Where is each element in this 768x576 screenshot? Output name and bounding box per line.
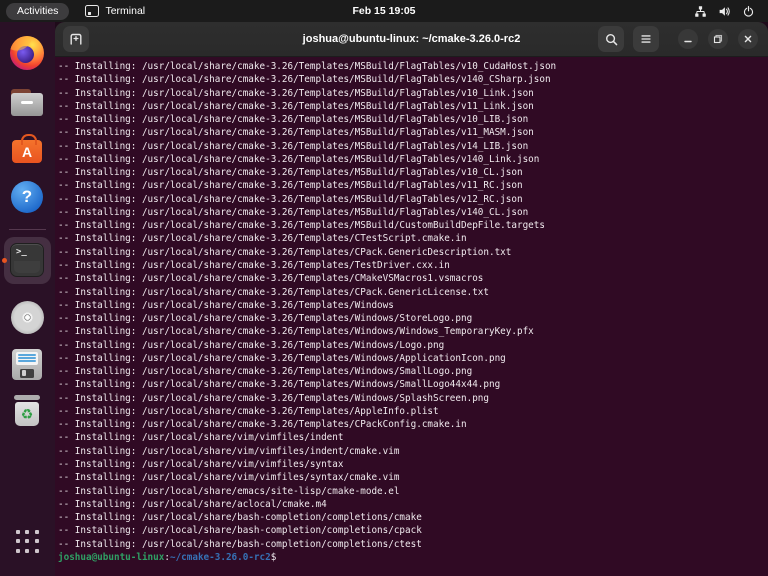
volume-icon[interactable] (718, 5, 731, 18)
hamburger-menu-icon (639, 32, 653, 46)
dock-item-firefox[interactable] (10, 36, 44, 70)
restore-button[interactable] (708, 29, 728, 49)
terminal-line: -- Installing: /usr/local/share/cmake-3.… (58, 193, 768, 206)
terminal-line: -- Installing: /usr/local/share/cmake-3.… (58, 73, 768, 86)
terminal-prompt-line: joshua@ubuntu-linux:~/cmake-3.26.0-rc2$ (58, 551, 768, 564)
dock-item-trash[interactable]: ♻ (10, 393, 44, 427)
terminal-line: -- Installing: /usr/local/share/cmake-3.… (58, 219, 768, 232)
minimize-button[interactable] (678, 29, 698, 49)
dock-item-show-applications[interactable] (10, 524, 44, 558)
terminal-line: -- Installing: /usr/local/share/cmake-3.… (58, 392, 768, 405)
terminal-line: -- Installing: /usr/local/share/cmake-3.… (58, 166, 768, 179)
floppy-disk-icon (12, 349, 42, 380)
app-menu-label: Terminal (105, 5, 145, 17)
prompt-user: joshua@ubuntu-linux (58, 552, 164, 563)
terminal-line: -- Installing: /usr/local/share/cmake-3.… (58, 418, 768, 431)
trash-icon: ♻ (12, 394, 42, 426)
terminal-line: -- Installing: /usr/local/share/cmake-3.… (58, 325, 768, 338)
cdrom-disc-icon (11, 301, 44, 334)
menu-button[interactable] (633, 26, 659, 52)
terminal-line: -- Installing: /usr/local/share/vim/vimf… (58, 458, 768, 471)
activities-button[interactable]: Activities (6, 3, 69, 20)
terminal-line: -- Installing: /usr/local/share/cmake-3.… (58, 126, 768, 139)
app-menu-terminal[interactable]: Terminal (85, 5, 145, 17)
terminal-icon: >_ (10, 243, 44, 277)
terminal-line: -- Installing: /usr/local/share/bash-com… (58, 538, 768, 551)
prompt-path: ~/cmake-3.26.0-rc2 (170, 552, 271, 563)
terminal-line: -- Installing: /usr/local/share/vim/vimf… (58, 471, 768, 484)
desktop: Activities Terminal Feb 15 19:05 (0, 0, 768, 576)
terminal-window: joshua@ubuntu-linux: ~/cmake-3.26.0-rc2 (55, 22, 768, 576)
terminal-line: -- Installing: /usr/local/share/cmake-3.… (58, 352, 768, 365)
terminal-line: -- Installing: /usr/local/share/cmake-3.… (58, 179, 768, 192)
terminal-output: -- Installing: /usr/local/share/cmake-3.… (58, 60, 768, 551)
terminal-line: -- Installing: /usr/local/share/cmake-3.… (58, 100, 768, 113)
terminal-line: -- Installing: /usr/local/share/vim/vimf… (58, 431, 768, 444)
terminal-line: -- Installing: /usr/local/share/cmake-3.… (58, 153, 768, 166)
terminal-line: -- Installing: /usr/local/share/emacs/si… (58, 485, 768, 498)
network-wired-icon[interactable] (694, 5, 707, 18)
terminal-line: -- Installing: /usr/local/share/bash-com… (58, 511, 768, 524)
terminal-line: -- Installing: /usr/local/share/cmake-3.… (58, 87, 768, 100)
terminal-line: -- Installing: /usr/local/share/cmake-3.… (58, 232, 768, 245)
top-bar: Activities Terminal Feb 15 19:05 (0, 0, 768, 22)
terminal-content[interactable]: -- Installing: /usr/local/share/cmake-3.… (55, 57, 768, 564)
prompt-symbol: $ (271, 552, 277, 563)
terminal-line: -- Installing: /usr/local/share/cmake-3.… (58, 312, 768, 325)
terminal-line: -- Installing: /usr/local/share/cmake-3.… (58, 299, 768, 312)
terminal-line: -- Installing: /usr/local/share/cmake-3.… (58, 140, 768, 153)
terminal-line: -- Installing: /usr/local/share/cmake-3.… (58, 246, 768, 259)
system-tray[interactable] (694, 5, 768, 18)
firefox-icon (10, 36, 44, 70)
ubuntu-software-icon: A (12, 140, 42, 163)
close-icon (742, 33, 754, 45)
dock: A ? >_ ♻ (0, 22, 55, 576)
terminal-line: -- Installing: /usr/local/share/cmake-3.… (58, 113, 768, 126)
dock-separator (9, 229, 46, 230)
dock-item-help[interactable]: ? (10, 180, 44, 214)
terminal-running-indicator (2, 258, 7, 263)
terminal-line: -- Installing: /usr/local/share/vim/vimf… (58, 445, 768, 458)
dock-item-cdrom[interactable] (10, 300, 44, 334)
new-tab-button[interactable] (63, 26, 89, 52)
dock-item-terminal[interactable]: >_ (10, 243, 44, 277)
dock-item-ubuntu-software[interactable]: A (10, 131, 44, 165)
terminal-line: -- Installing: /usr/local/share/cmake-3.… (58, 259, 768, 272)
terminal-line: -- Installing: /usr/local/share/cmake-3.… (58, 286, 768, 299)
help-question-icon: ? (11, 181, 43, 213)
terminal-line: -- Installing: /usr/local/share/cmake-3.… (58, 339, 768, 352)
terminal-app-icon (85, 5, 99, 17)
terminal-line: -- Installing: /usr/local/share/cmake-3.… (58, 272, 768, 285)
terminal-line: -- Installing: /usr/local/share/cmake-3.… (58, 365, 768, 378)
terminal-line: -- Installing: /usr/local/share/cmake-3.… (58, 378, 768, 391)
search-icon (604, 32, 619, 47)
show-applications-grid-icon (16, 530, 39, 553)
terminal-line: -- Installing: /usr/local/share/cmake-3.… (58, 206, 768, 219)
restore-icon (712, 33, 724, 45)
files-folder-icon (11, 89, 43, 116)
search-button[interactable] (598, 26, 624, 52)
minimize-icon (682, 33, 694, 45)
power-icon[interactable] (742, 5, 755, 18)
terminal-line: -- Installing: /usr/local/share/cmake-3.… (58, 60, 768, 73)
terminal-line: -- Installing: /usr/local/share/bash-com… (58, 524, 768, 537)
terminal-titlebar[interactable]: joshua@ubuntu-linux: ~/cmake-3.26.0-rc2 (55, 22, 768, 57)
close-button[interactable] (738, 29, 758, 49)
dock-item-floppy[interactable] (10, 347, 44, 381)
dock-item-files[interactable] (10, 85, 44, 119)
terminal-line: -- Installing: /usr/local/share/aclocal/… (58, 498, 768, 511)
terminal-line: -- Installing: /usr/local/share/cmake-3.… (58, 405, 768, 418)
